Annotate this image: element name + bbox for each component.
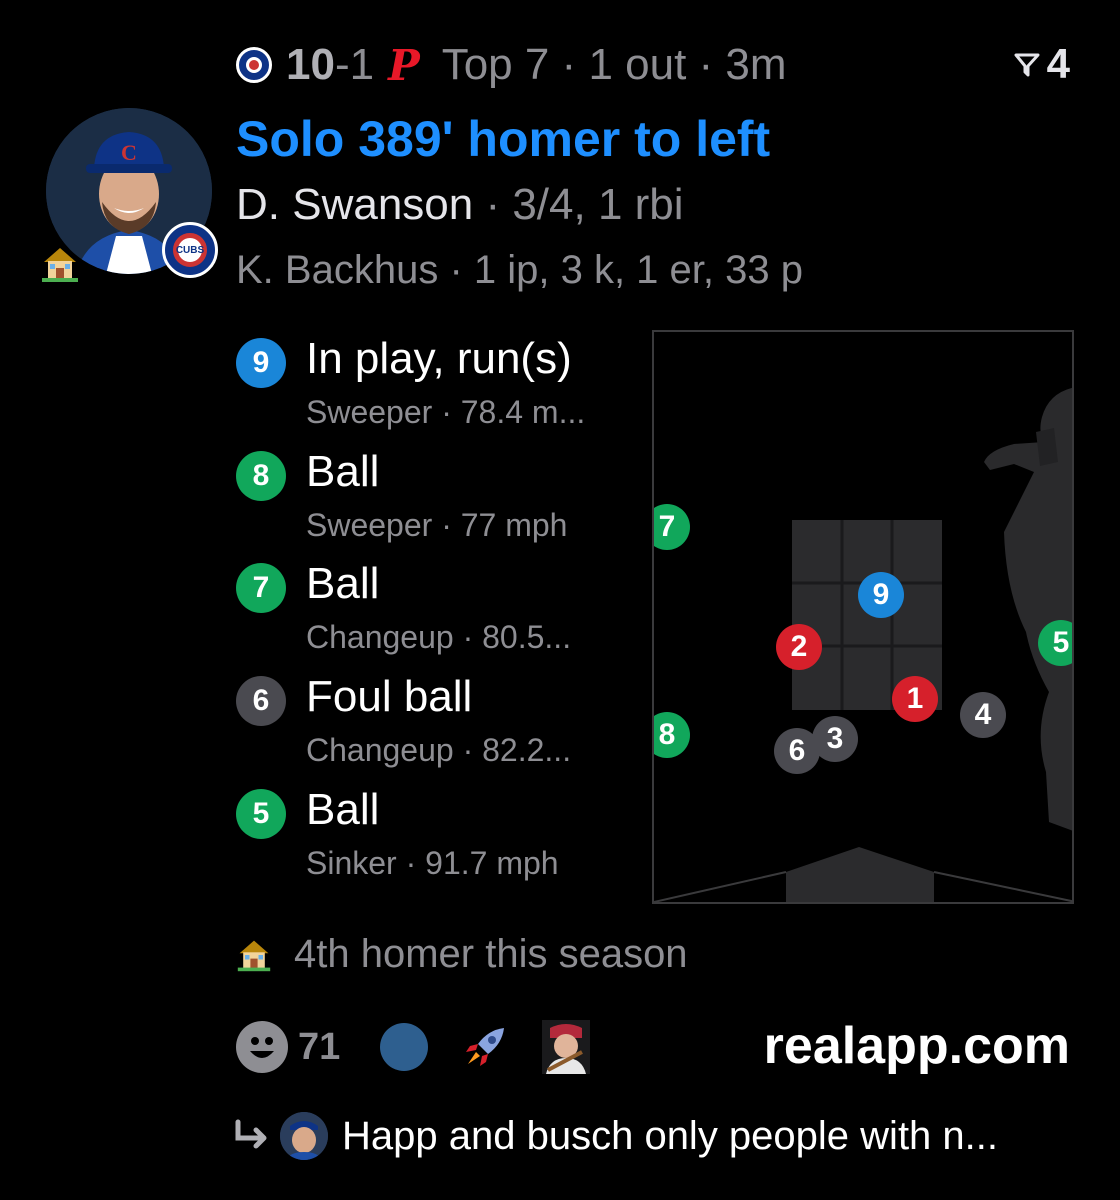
cubs-logo-icon: [236, 47, 272, 83]
pitch-detail: Sweeper · 78.4 m...: [306, 394, 586, 430]
blue-circle-reaction-icon[interactable]: [380, 1023, 429, 1071]
cubs-badge-icon: CUBS: [162, 222, 218, 278]
pitch-location-dot[interactable]: 6: [774, 728, 820, 774]
pitch-location-dot[interactable]: 9: [858, 572, 904, 618]
filter-count: 4: [1046, 40, 1070, 87]
pitch-result: Ball: [306, 785, 380, 834]
pitch-result: Foul ball: [306, 672, 473, 721]
pitch-location-dot[interactable]: 2: [776, 624, 822, 670]
cubs-badge-label: CUBS: [173, 233, 207, 267]
pitch-detail: Changeup · 80.5...: [306, 619, 572, 655]
outs: 1 out: [588, 40, 687, 89]
reply-arrow-icon: [235, 1119, 267, 1149]
inning: Top 7: [441, 40, 550, 89]
brand-url[interactable]: realapp.com: [764, 1016, 1070, 1076]
smiley-icon[interactable]: [236, 1021, 288, 1073]
pitch-number-badge: 8: [236, 451, 286, 501]
pitch-detail: Sinker · 91.7 mph: [306, 845, 559, 881]
reply-avatar[interactable]: [280, 1112, 328, 1160]
reply-text: Happ and busch only people with n...: [342, 1113, 998, 1158]
pitch-location-dot[interactable]: 4: [960, 692, 1006, 738]
note-text: 4th homer this season: [294, 932, 688, 976]
separator-dot: ·: [686, 40, 726, 89]
reply-row[interactable]: Happ and busch only people with n...: [232, 1112, 998, 1160]
pitch-number-badge: 5: [236, 789, 286, 839]
season-note: 4th homer this season: [236, 932, 688, 977]
batter-stats: · 3/4, 1 rbi: [473, 180, 684, 229]
filter-icon: [1014, 53, 1040, 77]
score-row: 10 - 1 P Top 7 · 1 out · 3m: [236, 38, 787, 92]
house-icon: [237, 940, 271, 971]
pitcher-line: K. Backhus · 1 ip, 3 k, 1 er, 33 p: [236, 248, 803, 292]
pitch-location-dot[interactable]: 1: [892, 676, 938, 722]
house-icon: [42, 248, 78, 282]
away-score: 1: [349, 40, 375, 89]
home-score: 10: [286, 40, 335, 89]
pitch-result: Ball: [306, 559, 380, 608]
phillies-logo-icon: P: [388, 40, 420, 90]
batter-name[interactable]: D. Swanson: [236, 180, 473, 229]
player-reaction-icon[interactable]: [542, 1020, 591, 1074]
reactions-bar: 71: [236, 1020, 591, 1074]
pitch-result: In play, run(s): [306, 334, 572, 383]
separator-dot: ·: [549, 40, 589, 89]
pitch-number-badge: 6: [236, 676, 286, 726]
strike-zone-panel[interactable]: 792514836: [652, 330, 1074, 904]
pitch-number-badge: 9: [236, 338, 286, 388]
pitch-number-badge: 7: [236, 563, 286, 613]
zone-graphic: [654, 387, 1072, 902]
score-separator: -: [334, 40, 350, 89]
filter-button[interactable]: 4: [1013, 40, 1070, 88]
pitch-detail: Changeup · 82.2...: [306, 732, 572, 768]
pitch-result: Ball: [306, 447, 380, 496]
time-ago: 3m: [725, 40, 787, 89]
play-headline[interactable]: Solo 389' homer to left: [236, 110, 770, 168]
rocket-icon[interactable]: [458, 1020, 512, 1074]
reaction-count: 71: [298, 1025, 341, 1068]
batter-line: D. Swanson · 3/4, 1 rbi: [236, 180, 684, 230]
pitch-detail: Sweeper · 77 mph: [306, 507, 568, 543]
svg-text:C: C: [121, 140, 137, 165]
